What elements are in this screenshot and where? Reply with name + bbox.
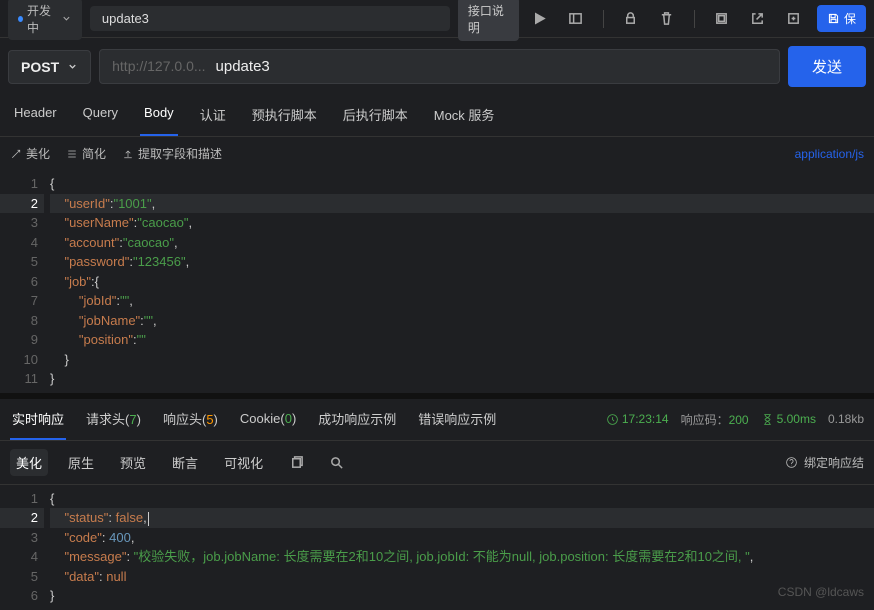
tab-response-headers[interactable]: 响应头(5): [161, 399, 220, 440]
response-meta: 17:23:14 响应码：200 5.00ms 0.18kb: [606, 411, 864, 428]
url-input[interactable]: http://127.0.0... update3: [99, 49, 780, 84]
tab-mock[interactable]: Mock 服务: [430, 95, 499, 136]
response-tabs: 实时响应 请求头(7) 响应头(5) Cookie(0) 成功响应示例 错误响应…: [0, 399, 874, 441]
subtab-assert[interactable]: 断言: [166, 449, 204, 476]
save-icon: [827, 12, 840, 25]
wand-icon: [10, 148, 22, 160]
response-time: 17:23:14: [622, 412, 669, 426]
list-icon: [66, 148, 78, 160]
status-code: 200: [729, 413, 749, 427]
open-external-icon[interactable]: [745, 6, 771, 32]
upload-icon: [122, 148, 134, 160]
tab-header[interactable]: Header: [10, 95, 61, 136]
tab-icon[interactable]: [563, 6, 589, 32]
api-doc-button[interactable]: 接口说明: [458, 0, 519, 41]
request-tabs: Header Query Body 认证 预执行脚本 后执行脚本 Mock 服务: [0, 95, 874, 137]
env-status-chip[interactable]: 开发中: [8, 0, 82, 40]
url-base: http://127.0.0...: [112, 58, 205, 75]
response-size: 0.18kb: [828, 412, 864, 426]
tab-success-example[interactable]: 成功响应示例: [316, 399, 398, 440]
tab-auth[interactable]: 认证: [196, 95, 230, 136]
env-status-label: 开发中: [27, 2, 57, 36]
tab-realtime-response[interactable]: 实时响应: [10, 399, 66, 440]
send-button[interactable]: 发送: [788, 46, 866, 87]
delete-icon[interactable]: [654, 6, 680, 32]
bind-response-button[interactable]: 绑定响应结: [785, 454, 864, 471]
copy-icon[interactable]: [283, 449, 309, 475]
editor-gutter: 1 2 3 4 5 6: [0, 485, 50, 610]
tab-body[interactable]: Body: [140, 95, 178, 136]
search-icon[interactable]: [323, 449, 349, 475]
divider: [603, 10, 604, 28]
tab-prescript[interactable]: 预执行脚本: [248, 95, 321, 136]
response-sub-tabs: 美化 原生 预览 断言 可视化 绑定响应结: [0, 441, 874, 485]
request-body-editor[interactable]: 1 2 3 4 5 6 7 8 9 10 11 { "userId":"1001…: [0, 170, 874, 393]
response-body-editor[interactable]: 1 2 3 4 5 6 { "status": false, "code": 4…: [0, 485, 874, 610]
hourglass-icon: [761, 413, 774, 426]
status-dot-icon: [18, 16, 23, 22]
watermark: CSDN @ldcaws: [778, 585, 864, 599]
editor-code[interactable]: { "status": false, "code": 400, "message…: [50, 485, 874, 610]
subtab-visualize[interactable]: 可视化: [218, 449, 269, 476]
simplify-button[interactable]: 简化: [66, 145, 106, 162]
chevron-down-icon: [67, 61, 78, 72]
tab-cookie[interactable]: Cookie(0): [238, 401, 298, 438]
tab-request-headers[interactable]: 请求头(7): [84, 399, 143, 440]
http-method-select[interactable]: POST: [8, 50, 91, 84]
url-path: update3: [216, 58, 270, 75]
content-type-link[interactable]: application/js: [795, 147, 864, 161]
editor-gutter: 1 2 3 4 5 6 7 8 9 10 11: [0, 170, 50, 393]
editor-code[interactable]: { "userId":"1001", "userName":"caocao", …: [50, 170, 874, 393]
export-icon[interactable]: [781, 6, 807, 32]
tab-query[interactable]: Query: [79, 95, 122, 136]
clock-icon: [606, 413, 619, 426]
window-icon[interactable]: [709, 6, 735, 32]
subtab-preview[interactable]: 预览: [114, 449, 152, 476]
chevron-down-icon: [61, 12, 72, 25]
divider: [694, 10, 695, 28]
run-icon[interactable]: [527, 6, 553, 32]
response-duration: 5.00ms: [777, 412, 816, 426]
subtab-raw[interactable]: 原生: [62, 449, 100, 476]
subtab-beautify[interactable]: 美化: [10, 449, 48, 476]
save-button[interactable]: 保: [817, 5, 866, 32]
help-icon: [785, 456, 798, 469]
lock-icon[interactable]: [618, 6, 644, 32]
tab-error-example[interactable]: 错误响应示例: [416, 399, 498, 440]
api-title-input[interactable]: update3: [90, 6, 450, 31]
tab-postscript[interactable]: 后执行脚本: [339, 95, 412, 136]
beautify-button[interactable]: 美化: [10, 145, 50, 162]
extract-button[interactable]: 提取字段和描述: [122, 145, 222, 162]
